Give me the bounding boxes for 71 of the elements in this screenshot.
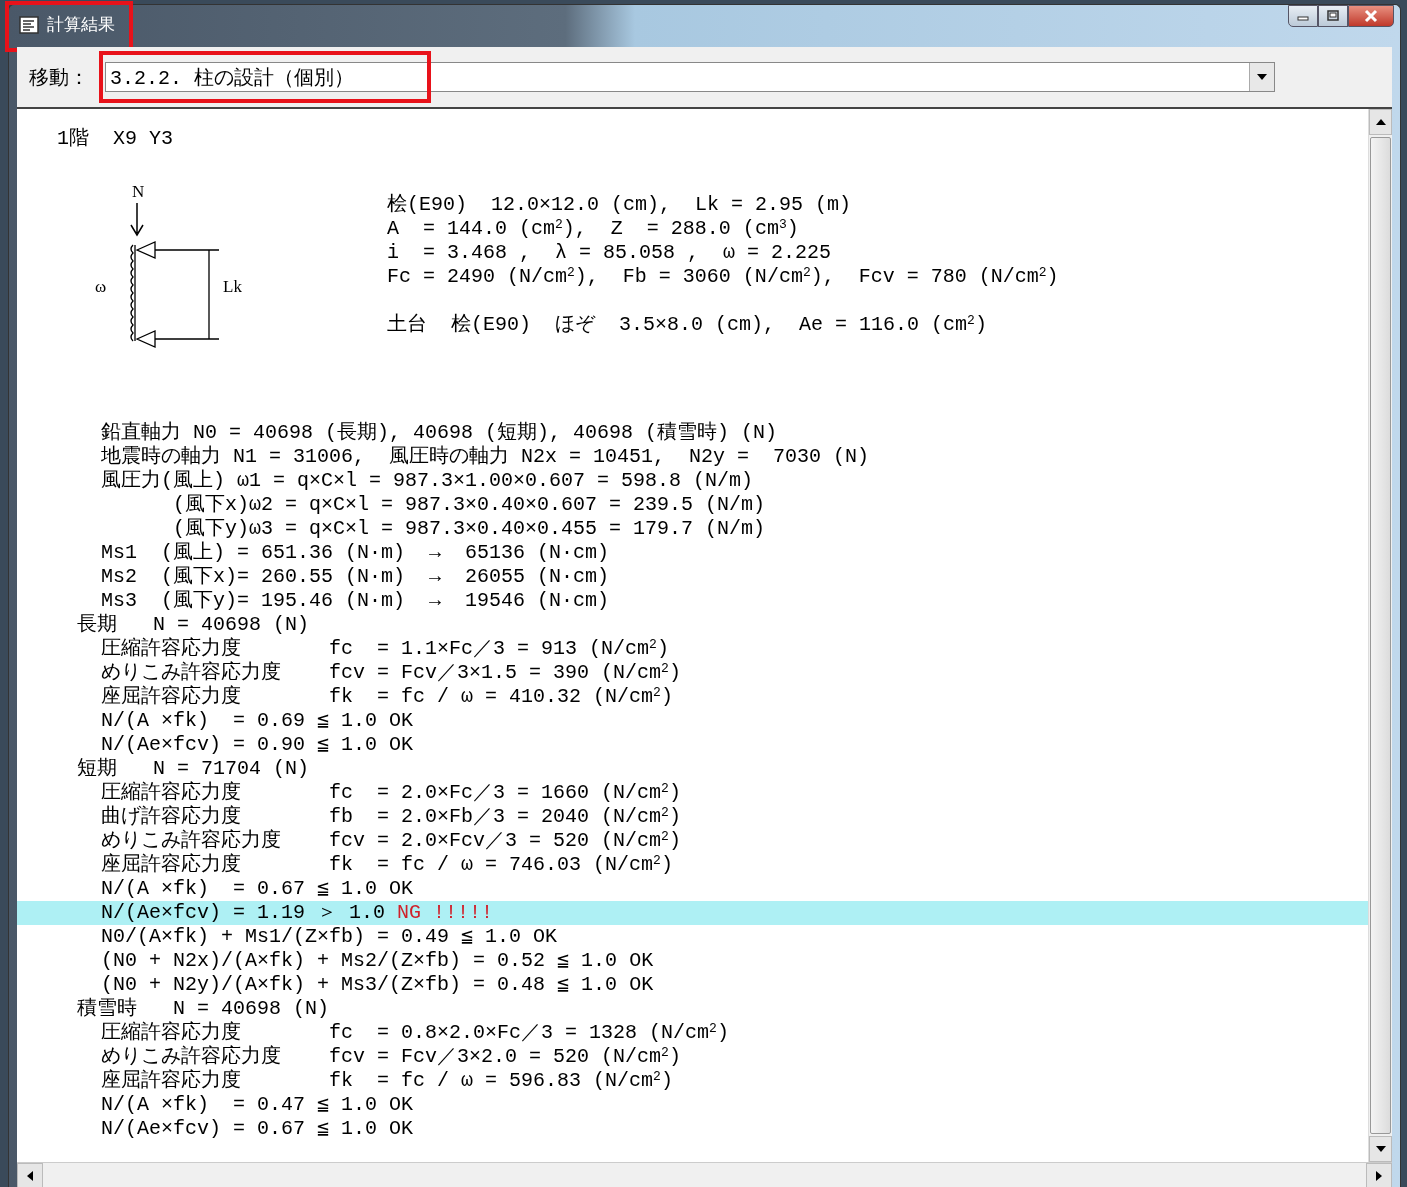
scroll-up-icon[interactable] xyxy=(1369,109,1392,135)
load-line: Ms1 (風上) = 651.36 (N·m) → 65136 (N·cm) xyxy=(100,541,611,565)
stress-label: 座屈許容応力度 xyxy=(101,1069,242,1093)
stress-formula: fk = fc / ω = 596.83 (N/cm$^{2}$) xyxy=(329,1069,673,1093)
stress-label: 曲げ許容応力度 xyxy=(101,805,242,829)
dropdown-caret-icon[interactable] xyxy=(1249,63,1274,91)
case-label: 短期 xyxy=(77,757,117,781)
load-line: (風下y)ω3 = q×C×l = 987.3×0.40×0.455 = 179.7 (N/m) xyxy=(172,517,767,541)
stress-label: めりこみ許容応力度 xyxy=(101,1045,282,1069)
stress-label: 座屈許容応力度 xyxy=(101,853,242,877)
scroll-left-icon[interactable] xyxy=(17,1163,43,1187)
sill-property: 土台 桧(E90) ほぞ 3.5×8.0 (cm), Ae = 116.0 (cm$^{2}$) xyxy=(387,313,988,337)
scroll-right-icon[interactable] xyxy=(1366,1163,1392,1187)
load-label: N xyxy=(132,182,145,201)
length-label: Lk xyxy=(223,277,242,296)
scroll-down-icon[interactable] xyxy=(1369,1136,1392,1162)
case-label: 長期 xyxy=(77,613,117,637)
stress-label: 圧縮許容応力度 xyxy=(101,1021,242,1045)
load-line: Ms2 (風下x)= 260.55 (N·m) → 26055 (N·cm) xyxy=(100,565,611,589)
stress-formula: fk = fc / ω = 746.03 (N/cm$^{2}$) xyxy=(329,853,673,877)
close-button[interactable] xyxy=(1348,5,1394,27)
check-result: N/(Ae×fcv) = 1.19 ＞ 1.0 xyxy=(101,901,386,925)
stress-formula: fcv = Fcv／3×2.0 = 520 (N/cm$^{2}$) xyxy=(329,1045,681,1069)
member-property: Fc = 2490 (N/cm$^{2}$), Fb = 3060 (N/cm$^{2}$), Fcv = 780 (N/cm$^{2}$) xyxy=(387,265,1059,289)
check-result: N0/(A×fk) + Ms1/(Z×fb) = 0.49 ≦ 1.0 OK xyxy=(101,925,558,949)
minimize-button[interactable] xyxy=(1288,5,1318,27)
check-result: (N0 + N2y)/(A×fk) + Ms3/(Z×fb) = 0.48 ≦ 1.0 OK xyxy=(101,973,654,997)
stress-formula: fc = 2.0×Fc／3 = 1660 (N/cm$^{2}$) xyxy=(329,781,681,805)
maximize-icon xyxy=(1326,10,1340,22)
axial-force: N = 40698 (N) xyxy=(153,613,310,637)
load-line: Ms3 (風下y)= 195.46 (N·m) → 19546 (N·cm) xyxy=(100,589,611,613)
load-arrow xyxy=(130,202,144,237)
load-line: 地震時の軸力 N1 = 31006, 風圧時の軸力 N2x = 10451, N2y = 7030 (N) xyxy=(100,445,871,469)
scrollbar-thumb[interactable] xyxy=(1370,137,1391,1134)
maximize-button[interactable] xyxy=(1318,5,1348,27)
member-property: i = 3.468 , λ = 85.058 , ω = 2.225 xyxy=(387,241,833,265)
check-result: N/(A ×fk) = 0.47 ≦ 1.0 OK xyxy=(101,1093,414,1117)
member-property: 桧(E90) 12.0×12.0 (cm), Lk = 2.95 (m) xyxy=(387,193,853,217)
close-icon xyxy=(1363,9,1379,23)
section-dropdown[interactable]: 3.2.2. 柱の設計（個別） xyxy=(105,62,1275,92)
check-result: (N0 + N2x)/(A×fk) + Ms2/(Z×fb) = 0.52 ≦ 1.0 OK xyxy=(101,949,654,973)
location-heading: 1階 X9 Y3 xyxy=(57,127,174,151)
stress-formula: fc = 1.1×Fc／3 = 913 (N/cm$^{2}$) xyxy=(329,637,669,661)
stress-label: 圧縮許容応力度 xyxy=(101,781,242,805)
horizontal-scrollbar[interactable] xyxy=(17,1162,1392,1187)
stress-label: 圧縮許容応力度 xyxy=(101,637,242,661)
stress-label: 座屈許容応力度 xyxy=(101,685,242,709)
axial-force: N = 40698 (N) xyxy=(173,997,330,1021)
axial-force: N = 71704 (N) xyxy=(153,757,310,781)
check-result: N/(Ae×fcv) = 0.90 ≦ 1.0 OK xyxy=(101,733,414,757)
stress-label: めりこみ許容応力度 xyxy=(101,661,282,685)
document-icon xyxy=(19,15,39,34)
case-label: 積雪時 xyxy=(77,997,137,1021)
check-result: N/(A ×fk) = 0.69 ≦ 1.0 OK xyxy=(101,709,414,733)
member-property: A = 144.0 (cm$^{2}$), Z = 288.0 (cm$^{3}$) xyxy=(387,217,800,241)
stress-formula: fk = fc / ω = 410.32 (N/cm$^{2}$) xyxy=(329,685,673,709)
stress-formula: fb = 2.0×Fb／3 = 2040 (N/cm$^{2}$) xyxy=(329,805,681,829)
check-result: N/(A ×fk) = 0.67 ≦ 1.0 OK xyxy=(101,877,414,901)
coef-label: ω xyxy=(95,277,107,296)
check-result: N/(Ae×fcv) = 0.67 ≦ 1.0 OK xyxy=(101,1117,414,1141)
stress-formula: fcv = Fcv／3×1.5 = 390 (N/cm$^{2}$) xyxy=(329,661,681,685)
stress-formula: fcv = 2.0×Fcv／3 = 520 (N/cm$^{2}$) xyxy=(329,829,681,853)
vertical-scrollbar[interactable] xyxy=(1368,109,1392,1162)
load-line: 風圧力(風上) ω1 = q×C×l = 987.3×1.00×0.607 = 598.8 (N/m) xyxy=(100,469,755,493)
load-line: (風下x)ω2 = q×C×l = 987.3×0.40×0.607 = 239.5 (N/m) xyxy=(172,493,767,517)
stress-formula: fc = 0.8×2.0×Fc／3 = 1328 (N/cm$^{2}$) xyxy=(329,1021,729,1045)
ng-verdict: NG !!!!! xyxy=(397,901,494,925)
jump-label: 移動： xyxy=(29,63,89,91)
load-line: 鉛直軸力 N0 = 40698 (長期), 40698 (短期), 40698 (積雪時) (N) xyxy=(100,421,779,445)
window-title: 計算結果 xyxy=(47,13,115,36)
stress-label: めりこみ許容応力度 xyxy=(101,829,282,853)
